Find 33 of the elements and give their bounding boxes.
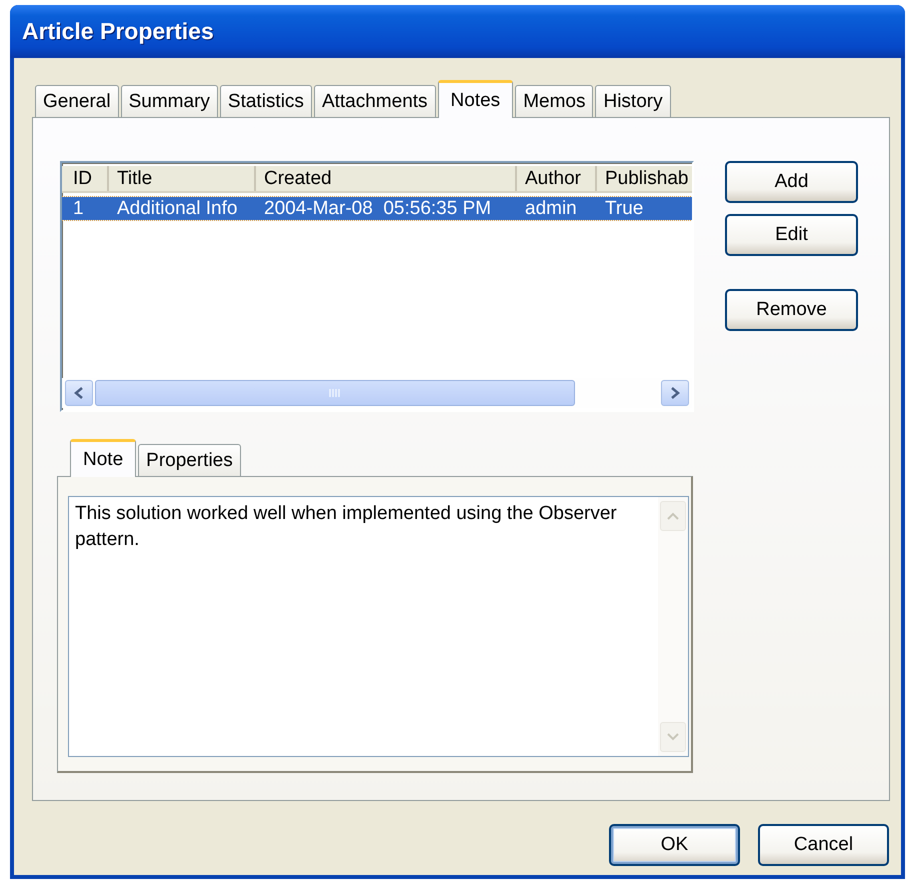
tab[interactable]: Summary bbox=[120, 85, 218, 117]
scroll-thumb[interactable] bbox=[95, 380, 575, 406]
scroll-up-icon[interactable] bbox=[660, 501, 686, 531]
dialog-button[interactable]: OK bbox=[609, 824, 740, 866]
list-cell-text: Additional Info bbox=[116, 198, 238, 220]
tab[interactable]: History bbox=[595, 85, 671, 117]
column-header[interactable]: Title bbox=[109, 166, 256, 191]
scroll-right-icon[interactable] bbox=[661, 380, 689, 406]
dialog-button[interactable]: Cancel bbox=[758, 824, 889, 866]
tab[interactable]: Attachments bbox=[314, 85, 436, 117]
action-button[interactable]: Edit bbox=[725, 214, 858, 256]
tab[interactable]: General bbox=[35, 85, 119, 117]
column-header[interactable]: ID bbox=[65, 166, 109, 191]
column-header[interactable]: Publishab bbox=[597, 166, 692, 191]
scroll-left-icon[interactable] bbox=[65, 380, 93, 406]
tab[interactable]: Notes bbox=[438, 80, 514, 118]
list-cell-text: 1 bbox=[72, 198, 85, 220]
scroll-down-icon[interactable] bbox=[660, 722, 686, 752]
list-cell-text: 2004-Mar-08 05:56:35 PM bbox=[263, 198, 492, 220]
window-title: Article Properties bbox=[22, 18, 214, 45]
list-row[interactable]: 1 Additional Info 2004-Mar-08 05:56:35 PM admin True bbox=[62, 197, 692, 220]
column-header[interactable]: Created bbox=[256, 166, 517, 191]
column-header[interactable]: Author bbox=[517, 166, 597, 191]
note-field[interactable]: This solution worked well when implemented using the Observer pattern. bbox=[68, 496, 689, 757]
action-button[interactable]: Add bbox=[725, 161, 858, 203]
list-cell-text: admin bbox=[524, 198, 578, 220]
tab[interactable]: Note bbox=[70, 439, 136, 477]
list-cell-text: True bbox=[604, 198, 644, 220]
tab[interactable]: Memos bbox=[515, 85, 594, 117]
tab[interactable]: Properties bbox=[138, 444, 241, 476]
action-button[interactable]: Remove bbox=[725, 289, 858, 331]
tab[interactable]: Statistics bbox=[220, 85, 312, 117]
horizontal-scrollbar[interactable] bbox=[62, 378, 692, 408]
